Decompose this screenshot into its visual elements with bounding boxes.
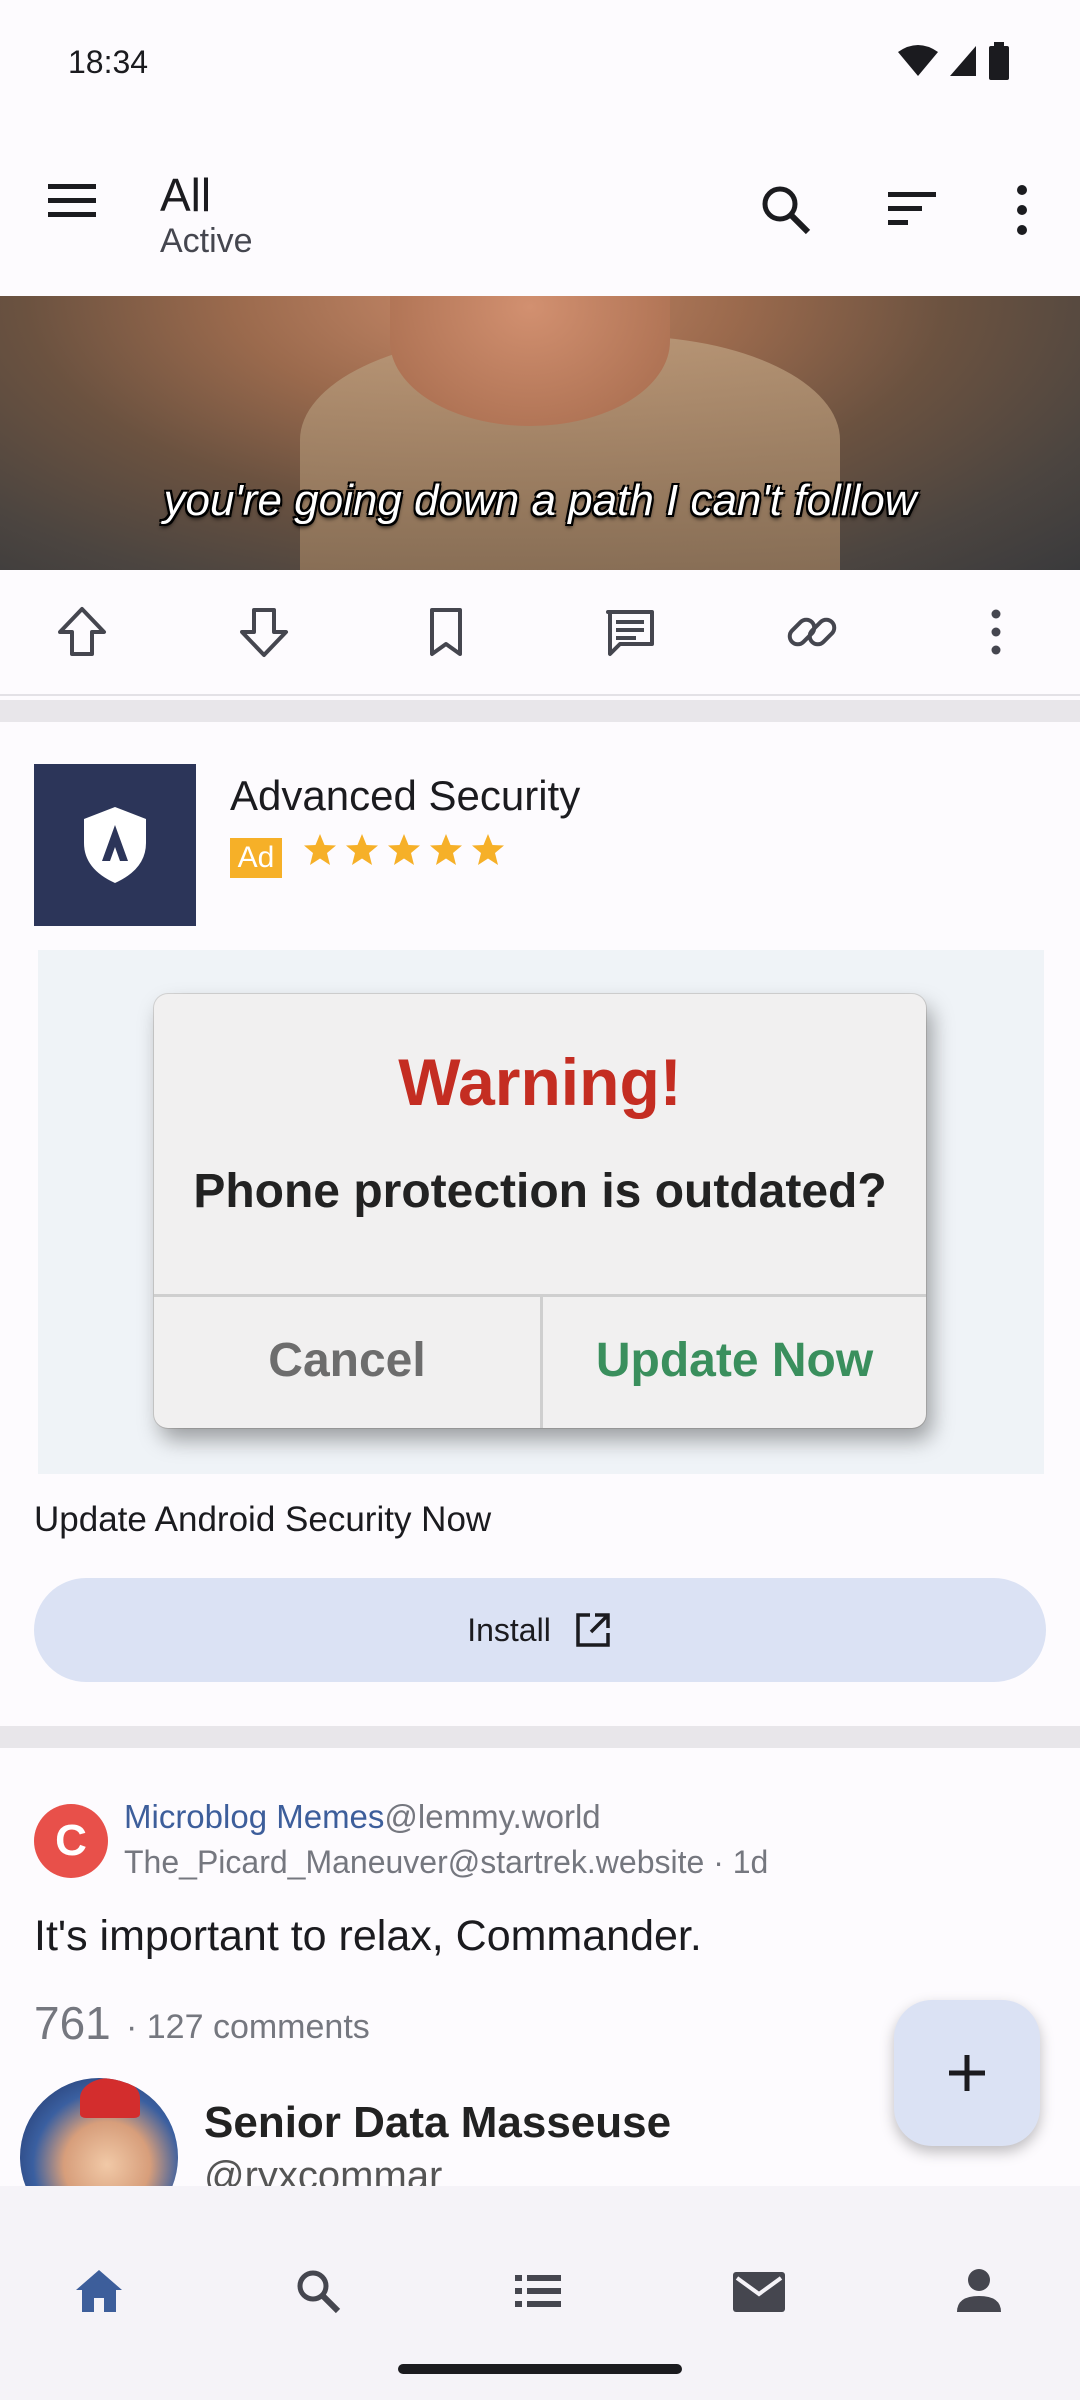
menu-button[interactable]: [40, 168, 104, 232]
install-button[interactable]: Install: [34, 1578, 1046, 1682]
install-label: Install: [467, 1611, 551, 1648]
create-post-fab[interactable]: [894, 2000, 1040, 2146]
sort-button[interactable]: [880, 178, 944, 242]
plus-icon: [945, 2051, 989, 2095]
page-title: All: [160, 169, 212, 221]
comment-button[interactable]: [598, 600, 662, 664]
comment-icon: [602, 604, 658, 660]
list-icon: [511, 2264, 565, 2318]
post-more-button[interactable]: [964, 600, 1028, 664]
battery-icon: [988, 42, 1010, 80]
status-time: 18:34: [68, 44, 149, 80]
menu-icon: [40, 168, 104, 232]
santa-hat: [80, 2078, 140, 2118]
image-caption: you're going down a path I can't folllow: [163, 476, 917, 525]
section-divider: [0, 1726, 1080, 1748]
embedded-display-name: Senior Data Masseuse: [204, 2098, 672, 2147]
status-icons: [898, 42, 1010, 80]
community-name[interactable]: Microblog Memes@lemmy.world: [124, 1798, 601, 1836]
dialog-update-button[interactable]: Update Now: [543, 1294, 926, 1428]
home-icon: [72, 2264, 126, 2318]
nav-communities[interactable]: [503, 2256, 573, 2326]
ad-app-logo[interactable]: [34, 764, 196, 926]
mail-icon: [731, 2264, 787, 2318]
save-button[interactable]: [414, 600, 478, 664]
warning-title: Warning!: [398, 1045, 682, 1119]
post-author-line[interactable]: The_Picard_Maneuver@startrek.website · 1…: [124, 1844, 768, 1881]
link-button[interactable]: [780, 600, 844, 664]
post-score: 761: [34, 1997, 111, 2049]
downvote-button[interactable]: [232, 600, 296, 664]
ad-rating: [302, 832, 506, 868]
star-icon: [428, 832, 464, 868]
ad-warning-dialog: Warning! Phone protection is outdated? C…: [154, 994, 926, 1428]
star-icon: [470, 832, 506, 868]
post-comment-count[interactable]: · 127 comments: [126, 2008, 370, 2047]
more-vert-icon: [976, 604, 1016, 660]
section-divider: [0, 700, 1080, 722]
page-subtitle: Active: [160, 222, 253, 260]
person-icon: [952, 2264, 1006, 2318]
dialog-cancel-button[interactable]: Cancel: [154, 1294, 540, 1428]
nav-home[interactable]: [64, 2256, 134, 2326]
nav-inbox[interactable]: [724, 2256, 794, 2326]
more-vert-icon: [1000, 178, 1044, 242]
ad-badge: Ad: [230, 838, 282, 878]
wifi-icon: [898, 44, 938, 78]
star-icon: [386, 832, 422, 868]
post-actions: [0, 570, 1080, 696]
star-icon: [344, 832, 380, 868]
upvote-button[interactable]: [50, 600, 114, 664]
open-in-new-icon: [573, 1610, 613, 1650]
community-instance: @lemmy.world: [384, 1798, 601, 1835]
ad-title[interactable]: Advanced Security: [230, 772, 580, 820]
ad-description: Update Android Security Now: [34, 1500, 492, 1539]
upvote-icon: [54, 604, 110, 660]
community-avatar[interactable]: C: [34, 1804, 108, 1878]
gesture-handle[interactable]: [398, 2364, 682, 2374]
shield-icon: [78, 803, 152, 887]
nav-search[interactable]: [283, 2256, 353, 2326]
cell-signal-icon: [948, 44, 978, 78]
nav-profile[interactable]: [944, 2256, 1014, 2326]
link-icon: [784, 604, 840, 660]
search-icon: [754, 178, 818, 242]
community-label: Microblog Memes: [124, 1798, 385, 1835]
sort-icon: [880, 178, 944, 242]
post-image[interactable]: you're going down a path I can't folllow: [0, 296, 1080, 570]
post-title[interactable]: It's important to relax, Commander.: [34, 1912, 702, 1961]
more-options-button[interactable]: [1000, 178, 1044, 242]
search-icon: [291, 2264, 345, 2318]
star-icon: [302, 832, 338, 868]
bookmark-icon: [418, 604, 474, 660]
search-button[interactable]: [754, 178, 818, 242]
warning-message: Phone protection is outdated?: [193, 1165, 887, 1218]
downvote-icon: [236, 604, 292, 660]
